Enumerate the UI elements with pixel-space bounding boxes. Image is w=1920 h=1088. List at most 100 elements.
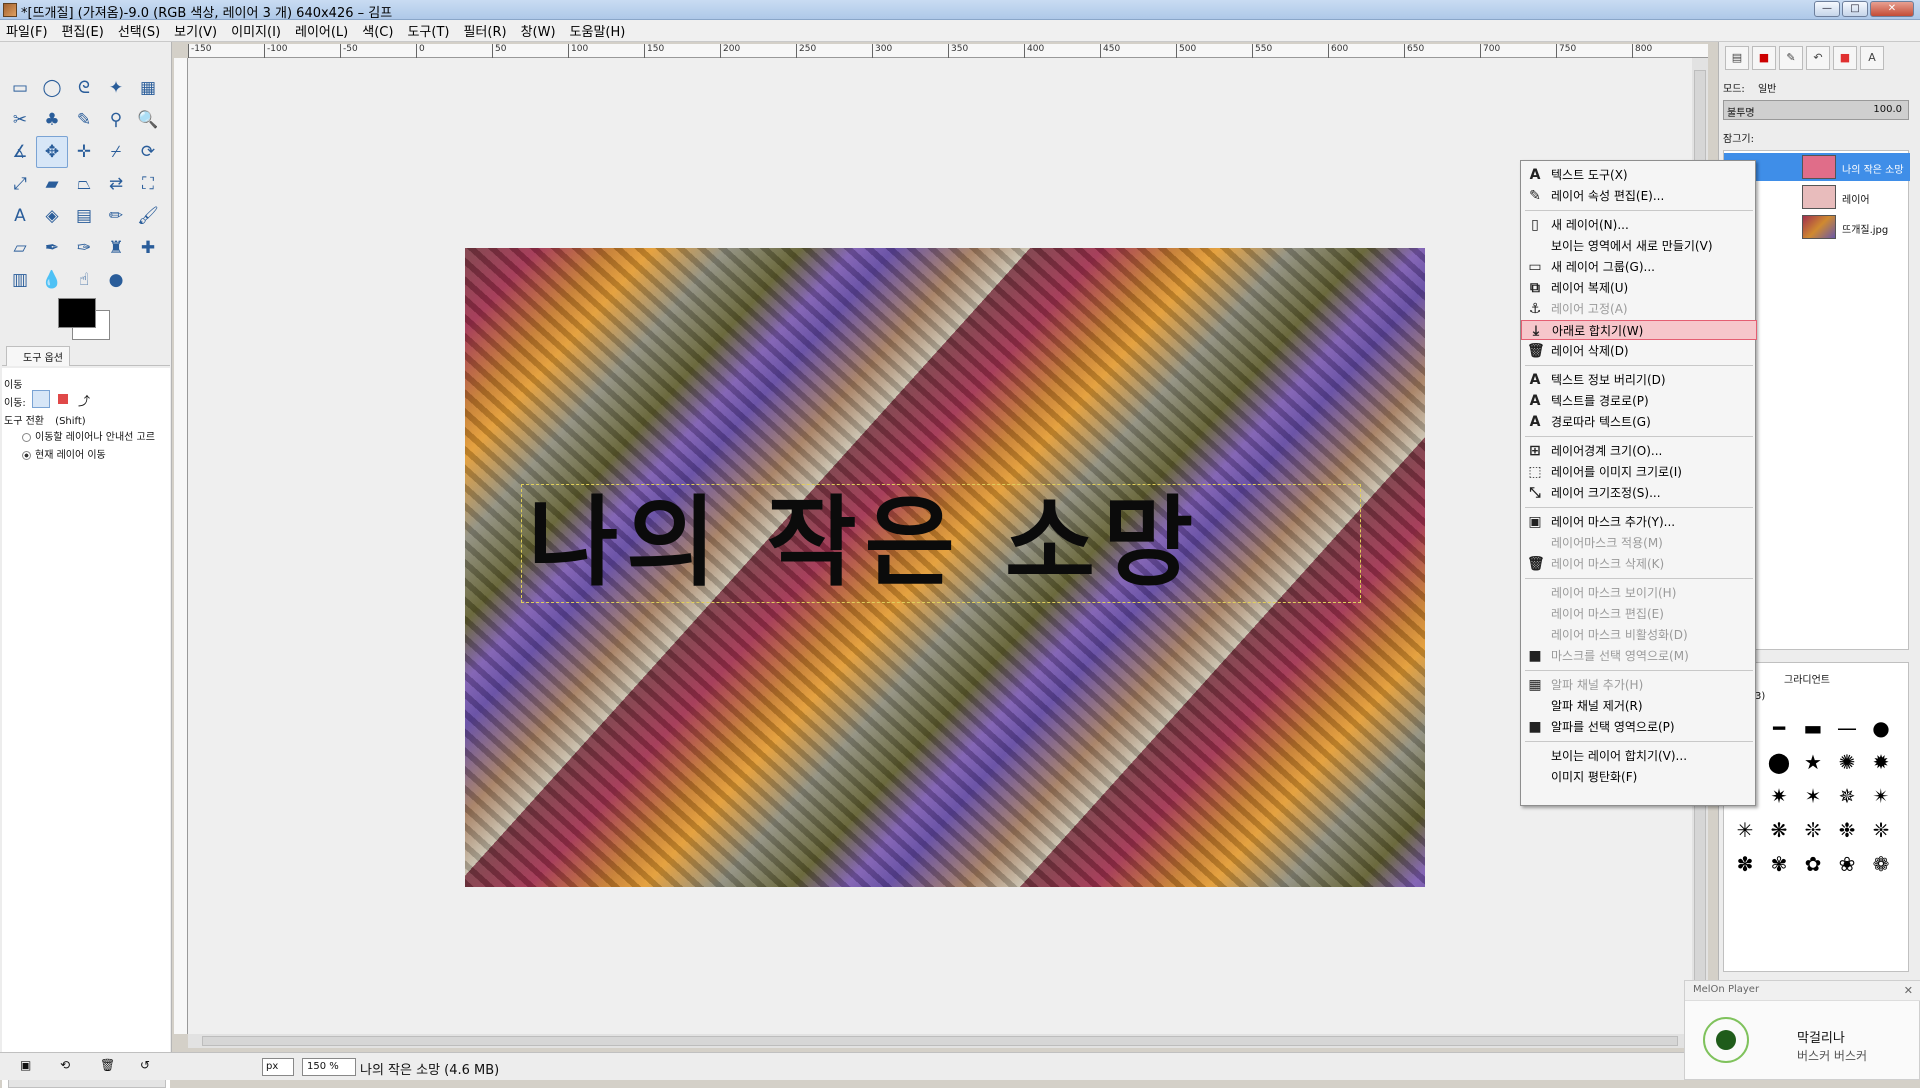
menu-item-13[interactable]: ⬚ 레이어를 이미지 크기로(I) (1521, 462, 1757, 482)
menu-item-3[interactable]: 보이는 영역에서 새로 만들기(V) (1521, 236, 1757, 256)
menu-item-5[interactable]: ⧉ 레이어 복제(U) (1521, 278, 1757, 298)
color-select-icon[interactable]: ▦ (132, 72, 164, 104)
menu-item-12[interactable]: ⊞ 레이어경계 크기(O)... (1521, 441, 1757, 461)
radio-pick-layer[interactable]: 이동할 레이어나 안내선 고르 (22, 428, 155, 443)
brush-preset-icon[interactable]: ✷ (1762, 779, 1796, 813)
brush-preset-icon[interactable]: ❈ (1864, 813, 1898, 847)
melon-logo[interactable] (1703, 1017, 1749, 1063)
text-layer-content[interactable]: 나의 작은 소망 (528, 484, 1358, 603)
melon-close-icon[interactable]: ✕ (1904, 984, 1913, 997)
brush-preset-icon[interactable]: — (1830, 711, 1864, 745)
mode-row[interactable]: 모드: 일반 (1723, 80, 1776, 95)
brush-preset-icon[interactable]: ✿ (1796, 847, 1830, 881)
paths-tab-icon[interactable]: ✎ (1779, 46, 1803, 70)
menu-select[interactable]: 선택(S) (118, 21, 160, 40)
ink-icon[interactable]: ✑ (68, 232, 100, 264)
menu-filters[interactable]: 필터(R) (463, 21, 506, 40)
tool-options-tab[interactable]: 도구 옵션 (2, 344, 170, 366)
blend-icon[interactable]: ▤ (68, 200, 100, 232)
menu-item-4[interactable]: ▭ 새 레이어 그룹(G)... (1521, 257, 1757, 277)
brush-preset-icon[interactable]: ✹ (1864, 745, 1898, 779)
menu-item-8[interactable]: 🗑 레이어 삭제(D) (1521, 341, 1757, 361)
save-icon[interactable]: ▣ (20, 1058, 31, 1072)
channels-tab-icon[interactable]: ■ (1752, 46, 1776, 70)
menu-image[interactable]: 이미지(I) (231, 21, 281, 40)
brush-preset-icon[interactable]: ❁ (1864, 847, 1898, 881)
close-button[interactable]: ✕ (1870, 1, 1914, 17)
perspective-clone-icon[interactable]: ▥ (4, 264, 36, 296)
blur-icon[interactable]: 💧 (36, 264, 68, 296)
shear-icon[interactable]: ▰ (36, 168, 68, 200)
bucket-fill-icon[interactable]: ◈ (36, 200, 68, 232)
menu-item-0[interactable]: A 텍스트 도구(X) (1521, 165, 1757, 185)
lock-row[interactable]: 잠그기: (1723, 130, 1754, 145)
menu-item-11[interactable]: A 경로따라 텍스트(G) (1521, 412, 1757, 432)
menu-windows[interactable]: 창(W) (521, 21, 556, 40)
brush-preset-icon[interactable]: ❋ (1762, 813, 1796, 847)
eraser-icon[interactable]: ▱ (4, 232, 36, 264)
menu-layer[interactable]: 레이어(L) (295, 21, 348, 40)
fonts-tab-icon[interactable]: A (1860, 46, 1884, 70)
layers-tab-icon[interactable]: ▤ (1725, 46, 1749, 70)
measure-icon[interactable]: ∡ (4, 136, 36, 168)
radio-active-layer[interactable]: 현재 레이어 이동 (22, 446, 106, 461)
paintbrush-icon[interactable]: 🖌 (132, 200, 164, 232)
restore-icon[interactable]: ⟲ (60, 1058, 70, 1072)
brush-preset-icon[interactable]: ★ (1796, 745, 1830, 779)
free-select-icon[interactable]: ᘓ (68, 72, 100, 104)
minimize-button[interactable]: — (1814, 1, 1840, 17)
horizontal-scrollbar[interactable] (188, 1034, 1692, 1048)
gradient-tab[interactable]: 그라디언트 (1784, 671, 1830, 686)
brush-preset-icon[interactable]: ❉ (1830, 813, 1864, 847)
brush-preset-icon[interactable]: ▬ (1796, 711, 1830, 745)
brush-preset-icon[interactable]: ━ (1762, 711, 1796, 745)
brush-preset-icon[interactable]: ❀ (1830, 847, 1864, 881)
menu-edit[interactable]: 편집(E) (62, 21, 104, 40)
opacity-slider[interactable]: 불투명 100.0 (1723, 100, 1909, 120)
brush-preset-icon[interactable]: ⬤ (1762, 745, 1796, 779)
align-icon[interactable]: ✛ (68, 136, 100, 168)
zoom-icon[interactable]: 🔍 (132, 104, 164, 136)
brush-preset-icon[interactable]: ● (1864, 711, 1898, 745)
heal-icon[interactable]: ✚ (132, 232, 164, 264)
rect-select-icon[interactable]: ▭ (4, 72, 36, 104)
undo-tab-icon[interactable]: ↶ (1806, 46, 1830, 70)
horizontal-scroll-thumb[interactable] (202, 1036, 1678, 1046)
clone-icon[interactable]: ♜ (100, 232, 132, 264)
selection-mode-icon[interactable] (58, 394, 68, 404)
menu-item-26[interactable]: 이미지 평탄화(F) (1521, 767, 1757, 787)
path-mode-icon[interactable]: ⤴ (78, 392, 90, 409)
pencil-icon[interactable]: ✏ (100, 200, 132, 232)
perspective-icon[interactable]: ⏢ (68, 168, 100, 200)
brush-preset-icon[interactable]: ✽ (1728, 847, 1762, 881)
move-icon[interactable]: ✥ (36, 136, 68, 168)
menu-item-23[interactable]: 알파 채널 제거(R) (1521, 696, 1757, 716)
airbrush-icon[interactable]: ✒ (36, 232, 68, 264)
reset-icon[interactable]: ↺ (140, 1058, 150, 1072)
menu-item-9[interactable]: A 텍스트 정보 버리기(D) (1521, 370, 1757, 390)
menu-view[interactable]: 보기(V) (174, 21, 217, 40)
brush-preset-icon[interactable]: ✾ (1762, 847, 1796, 881)
text-icon[interactable]: A (4, 200, 36, 232)
menu-item-25[interactable]: 보이는 레이어 합치기(V)... (1521, 746, 1757, 766)
brush-preset-icon[interactable]: ✳ (1728, 813, 1762, 847)
scissors-icon[interactable]: ✂ (4, 104, 36, 136)
brush-preset-icon[interactable]: ✴ (1864, 779, 1898, 813)
rotate-icon[interactable]: ⟳ (132, 136, 164, 168)
zoom-selector[interactable]: 150 % (302, 1058, 356, 1076)
delete-icon[interactable]: 🗑 (100, 1058, 115, 1072)
color-picker-icon[interactable]: ⚲ (100, 104, 132, 136)
menu-item-14[interactable]: ⤡ 레이어 크기조정(S)... (1521, 483, 1757, 503)
layer-mode-icon[interactable] (32, 390, 50, 408)
ellipse-select-icon[interactable]: ◯ (36, 72, 68, 104)
flip-icon[interactable]: ⇄ (100, 168, 132, 200)
cage-icon[interactable]: ⛶ (132, 168, 164, 200)
maximize-button[interactable]: □ (1842, 1, 1868, 17)
dodge-burn-icon[interactable]: ● (100, 264, 132, 296)
color-swatches[interactable] (58, 298, 118, 344)
menu-item-2[interactable]: ▯ 새 레이어(N)... (1521, 215, 1757, 235)
brush-preset-icon[interactable]: ✺ (1830, 745, 1864, 779)
menu-item-1[interactable]: ✎ 레이어 속성 편집(E)... (1521, 186, 1757, 206)
menu-help[interactable]: 도움말(H) (570, 21, 626, 40)
fuzzy-select-icon[interactable]: ✦ (100, 72, 132, 104)
